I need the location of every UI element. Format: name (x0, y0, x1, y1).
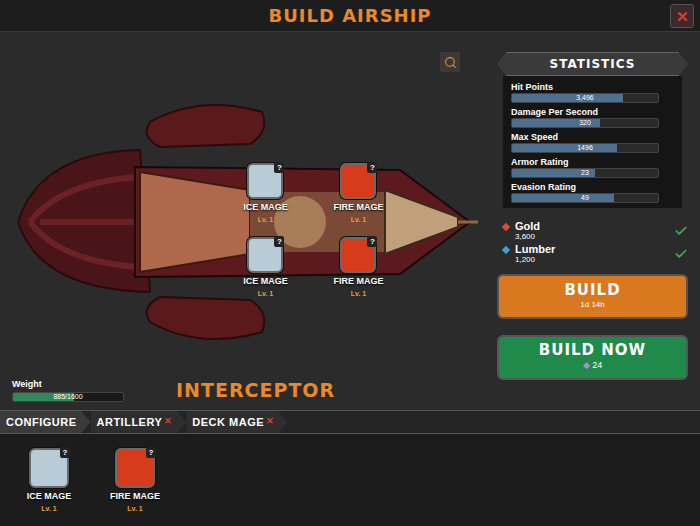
statistics-header: STATISTICS (497, 52, 688, 76)
mage-level: Lv. 1 (41, 504, 56, 513)
mage-slot-icon[interactable]: ? (247, 237, 283, 273)
mage-card[interactable]: ? FIRE MAGELv. 1 (333, 237, 383, 305)
stat-fill (512, 144, 617, 152)
unknown-badge: ? (274, 162, 284, 173)
stat-fill (512, 194, 614, 202)
stat-bar: 1496 (511, 143, 659, 153)
resource-list: Gold3,600Lumber1,200 (497, 220, 688, 264)
mage-level: Lv. 1 (351, 215, 366, 224)
mage-tray: ?ICE MAGELv. 1?FIRE MAGELv. 1 (0, 434, 700, 526)
mage-slot-icon[interactable]: ? (247, 163, 283, 199)
mage-name: FIRE MAGE (333, 275, 383, 289)
unknown-badge: ? (274, 236, 284, 247)
mage-card[interactable]: ? ICE MAGELv. 1 (243, 237, 288, 305)
resource-name: Gold (515, 220, 674, 232)
ship-footer: Weight885/1600 INTERCEPTOR (0, 370, 495, 410)
stat-bar: 320 (511, 118, 659, 128)
tab-label: DECK MAGE (192, 414, 264, 431)
weight-meter: Weight885/1600 (12, 378, 124, 402)
stat-value: 1496 (512, 144, 658, 152)
tab[interactable]: CONFIGURE (0, 411, 91, 433)
mage-name: ICE MAGE (27, 490, 72, 504)
stat-value: 320 (512, 119, 658, 127)
stat-value: 49 (512, 194, 658, 202)
resource-gem-icon (502, 222, 510, 230)
stat-label: Damage Per Second (511, 106, 674, 118)
mage-card[interactable]: ? ICE MAGELv. 1 (243, 163, 288, 231)
unknown-badge: ? (60, 447, 70, 458)
stat-bar: 3,496 (511, 93, 659, 103)
stat-row: Max Speed1496 (511, 131, 674, 153)
stat-row: Evasion Rating49 (511, 181, 674, 203)
tab-mark: ✕ (164, 415, 172, 429)
weight-label: Weight (12, 378, 124, 392)
check-icon (674, 247, 688, 261)
mage-name: FIRE MAGE (333, 201, 383, 215)
stat-value: 23 (512, 169, 658, 177)
resource-gem-icon (502, 245, 510, 253)
mage-slot-icon[interactable]: ? (29, 448, 69, 488)
mage-name: ICE MAGE (243, 275, 288, 289)
mage-level: Lv. 1 (258, 215, 273, 224)
magnifier-icon (444, 56, 457, 69)
tab-label: ARTILLERY (97, 414, 163, 431)
ship-name: INTERCEPTOR (176, 376, 335, 405)
mage-name: ICE MAGE (243, 201, 288, 215)
stat-row: Damage Per Second320 (511, 106, 674, 128)
ship-column: ?ICE MAGELv. 1?FIRE MAGELv. 1?ICE MAGELv… (0, 32, 495, 410)
stat-value: 3,496 (512, 94, 658, 102)
stat-row: Hit Points3,496 (511, 81, 674, 103)
stat-row: Armor Rating23 (511, 156, 674, 178)
mage-card[interactable]: ? FIRE MAGELv. 1 (333, 163, 383, 231)
ship-canvas: ?ICE MAGELv. 1?FIRE MAGELv. 1?ICE MAGELv… (0, 32, 495, 370)
build-airship-screen: BUILD AIRSHIP✕?ICE MAGELv. 1?FIRE MAGELv… (0, 0, 700, 526)
side-panel: STATISTICS Hit Points3,496 Damage Per Seco… (495, 32, 700, 410)
mage-name: FIRE MAGE (110, 490, 160, 504)
resource-row: Gold3,600 (503, 220, 688, 241)
tab[interactable]: DECK MAGE✕ (186, 411, 288, 433)
mage-card[interactable]: ? FIRE MAGELv. 1 (110, 448, 160, 526)
weight-bar: 885/1600 (12, 392, 124, 402)
stat-bar: 49 (511, 193, 659, 203)
main-area: ?ICE MAGELv. 1?FIRE MAGELv. 1?ICE MAGELv… (0, 32, 700, 410)
check-icon (674, 224, 688, 238)
stat-label: Max Speed (511, 131, 674, 143)
window-title: BUILD AIRSHIP (268, 2, 431, 29)
stat-label: Armor Rating (511, 156, 674, 168)
tab-mark: ✕ (266, 415, 274, 429)
title-bar: BUILD AIRSHIP ✕ (0, 0, 700, 32)
stat-bar: 23 (511, 168, 659, 178)
mage-level: Lv. 1 (351, 289, 366, 298)
close-button[interactable]: ✕ (670, 4, 694, 28)
tab-bar: CONFIGUREARTILLERY✕DECK MAGE✕ (0, 410, 700, 434)
mage-slot-icon[interactable]: ? (115, 448, 155, 488)
unknown-badge: ? (146, 447, 156, 458)
unknown-badge: ? (367, 236, 377, 247)
mage-slot-icon[interactable]: ? (340, 237, 376, 273)
resource-name: Lumber (515, 243, 674, 255)
resource-amount: 1,200 (515, 255, 674, 264)
statistics-panel: Hit Points3,496 Damage Per Second320 Max S… (503, 76, 682, 208)
zoom-button[interactable] (440, 52, 460, 72)
weight-reading: 885/1600 (13, 393, 123, 401)
unknown-badge: ? (367, 162, 377, 173)
stat-fill (512, 94, 623, 102)
build-button[interactable]: BUILD1d 14h (497, 274, 688, 319)
tab-label: CONFIGURE (6, 414, 77, 431)
stat-label: Evasion Rating (511, 181, 674, 193)
mage-slot-icon[interactable]: ? (340, 163, 376, 199)
airship-icon (0, 32, 495, 370)
resource-amount: 3,600 (515, 232, 674, 241)
tab[interactable]: ARTILLERY✕ (91, 411, 187, 433)
resource-row: Lumber1,200 (503, 243, 688, 264)
mage-level: Lv. 1 (127, 504, 142, 513)
ship-slots: ?ICE MAGELv. 1?FIRE MAGELv. 1?ICE MAGELv… (228, 163, 396, 305)
stat-label: Hit Points (511, 81, 674, 93)
mage-level: Lv. 1 (258, 289, 273, 298)
build-now-button[interactable]: BUILD NOW◆ 24 (497, 335, 688, 380)
mage-card[interactable]: ? ICE MAGELv. 1 (27, 448, 72, 526)
